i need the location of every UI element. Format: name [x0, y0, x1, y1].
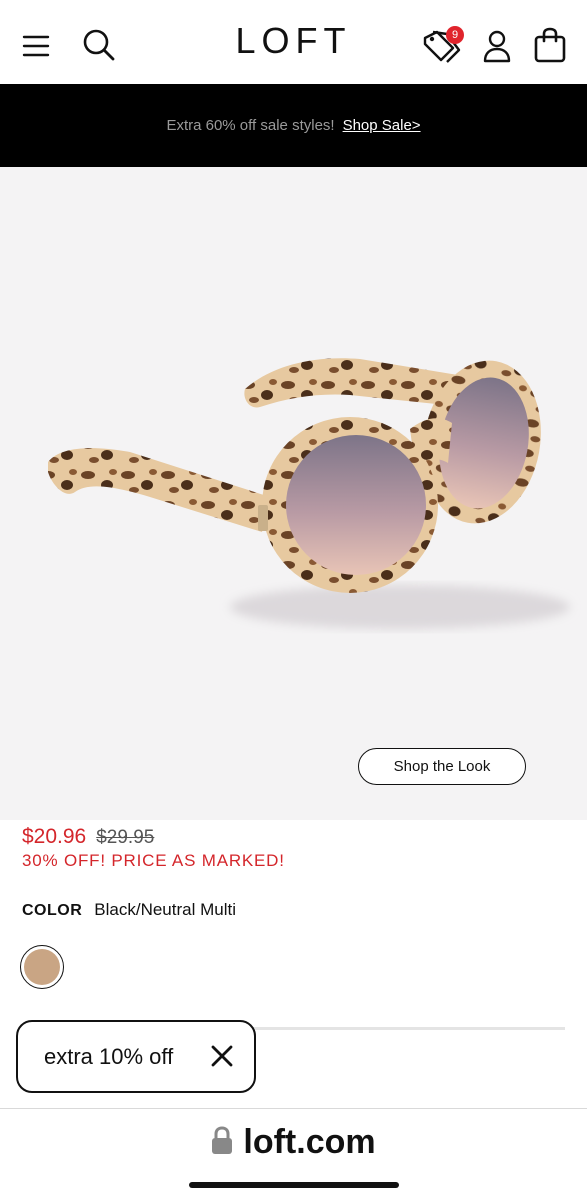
shop-the-look-button[interactable]: Shop the Look [358, 748, 526, 785]
logo-text[interactable]: LOFT [235, 20, 351, 61]
offers-count-badge: 9 [446, 26, 464, 44]
account-icon[interactable] [480, 27, 514, 65]
url-text: loft.com [243, 1123, 376, 1161]
price-row: $20.96 $29.95 [22, 825, 154, 849]
sale-price: $20.96 [22, 825, 87, 848]
site-header: LOFT 9 [0, 0, 587, 84]
color-swatch[interactable] [20, 945, 64, 989]
home-indicator[interactable] [189, 1182, 399, 1188]
promo-text: Extra 60% off sale styles! [166, 117, 335, 134]
discount-note: 30% OFF! PRICE AS MARKED! [22, 851, 285, 870]
product-image[interactable] [0, 167, 587, 820]
url-field[interactable]: loft.com [0, 1123, 587, 1162]
swatch-fill [24, 949, 60, 985]
color-row: COLOR Black/Neutral Multi [22, 900, 236, 920]
browser-address-bar: loft.com [0, 1108, 587, 1200]
search-icon[interactable] [80, 26, 118, 64]
shop-sale-link[interactable]: Shop Sale> [343, 117, 421, 134]
menu-icon[interactable] [18, 28, 54, 64]
original-price: $29.95 [96, 827, 155, 848]
toast-text: extra 10% off [44, 1043, 174, 1069]
close-icon[interactable] [210, 1044, 234, 1068]
shopping-bag-icon[interactable] [532, 25, 568, 65]
lock-icon [211, 1125, 233, 1160]
color-value: Black/Neutral Multi [94, 900, 236, 919]
promo-banner: Extra 60% off sale styles! Shop Sale> [0, 84, 587, 167]
section-divider [250, 1027, 565, 1030]
extra-discount-toast[interactable]: extra 10% off [16, 1020, 256, 1093]
color-label: COLOR [22, 902, 83, 919]
